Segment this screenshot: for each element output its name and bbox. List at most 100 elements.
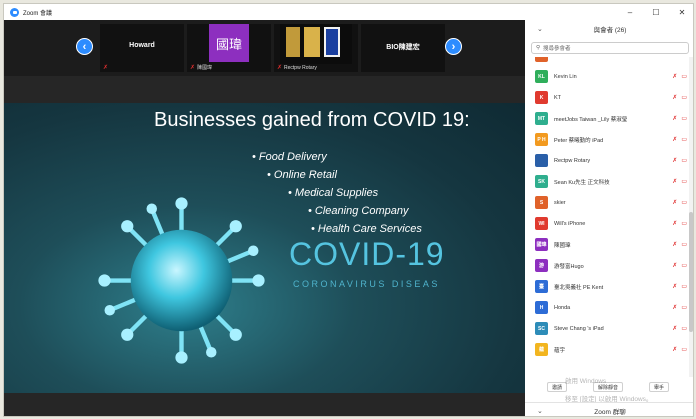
video-tile[interactable]: 國瑋 ✗ 陳國瑋 xyxy=(187,24,271,72)
participant-status-icons: ✗▭ xyxy=(672,220,687,227)
slide-bullet: • Medical Supplies xyxy=(288,187,379,199)
panel-header: ⌄ 與會者 (26) xyxy=(525,20,693,38)
participant-name: 蘊宇 xyxy=(554,347,566,354)
participant-avatar: 國瑋 xyxy=(535,238,548,251)
maximize-button[interactable]: ☐ xyxy=(643,4,669,20)
participant-avatar: WI xyxy=(535,217,548,230)
tile-label: Rectpw Rotary xyxy=(284,64,317,71)
participant-name: 游發富Hugo xyxy=(554,263,584,270)
participant-avatar xyxy=(535,57,548,62)
search-placeholder: 搜尋參會者 xyxy=(543,46,571,52)
muted-mic-icon: ✗ xyxy=(103,65,109,71)
participant-name: Will's iPhone xyxy=(554,220,586,227)
prev-page-button[interactable]: ‹ xyxy=(76,38,93,55)
muted-mic-icon: ✗ xyxy=(672,158,678,164)
video-tile[interactable]: BIO陳建宏 xyxy=(361,24,445,72)
participant-avatar: SK xyxy=(535,175,548,188)
participant-row[interactable]: K KT ✗ ▭ xyxy=(525,87,689,108)
muted-mic-icon: ✗ xyxy=(672,242,678,248)
panel-footer: 邀請 解除靜音 舉手 啟用 Windows 移至 [設定] 以啟用 Window… xyxy=(525,376,693,403)
participant-status-icons: ✗▭ xyxy=(672,94,687,101)
participant-name: Kenneth Sue xyxy=(554,57,586,59)
next-page-button[interactable]: › xyxy=(445,38,462,55)
participant-status-icons: ✗▭ xyxy=(672,241,687,248)
participant-list: Kenneth Sue✗▭KLKevin Lin✗▭KKT✗▭MTmeetJob… xyxy=(525,57,689,377)
participant-status-icons: ✗▭ xyxy=(672,325,687,332)
participant-row[interactable]: SK Sean Ku先生 正文科技 ✗ ▭ xyxy=(525,171,689,192)
tile-footer: ✗ 陳國瑋 xyxy=(190,64,212,71)
video-off-icon: ▭ xyxy=(681,95,687,101)
invite-button[interactable]: 邀請 xyxy=(547,382,568,392)
participant-row[interactable]: 國瑋 陳國瑋 ✗ ▭ xyxy=(525,234,689,255)
participant-status-icons: ✗▭ xyxy=(672,304,687,311)
coronavirus-subtitle: CORONAVIRUS DISEAS xyxy=(293,279,440,289)
participant-avatar: 蘊 xyxy=(535,343,548,356)
participant-avatar: 臺 xyxy=(535,280,548,293)
participant-name: meetJobs Taiwan _Lily 蔡淑瑩 xyxy=(554,116,628,123)
participant-avatar: MT xyxy=(535,112,548,125)
video-off-icon: ▭ xyxy=(681,242,687,248)
participant-row[interactable]: P H Peter 蔡曦勤的 iPad ✗ ▭ xyxy=(525,129,689,150)
participant-row[interactable]: SC Steve Chang 's iPad ✗ ▭ xyxy=(525,318,689,339)
muted-mic-icon: ✗ xyxy=(672,284,678,290)
participant-avatar: K xyxy=(535,91,548,104)
muted-mic-icon: ✗ xyxy=(672,57,677,59)
participant-row[interactable]: 臺臺北吳義社 PE Kent ✗ ▭ xyxy=(525,276,689,297)
rotary-video-feed xyxy=(280,24,352,64)
participant-row[interactable]: Sskier ✗ ▭ xyxy=(525,192,689,213)
video-tile[interactable]: ✗ Rectpw Rotary xyxy=(274,24,358,72)
participant-avatar: KL xyxy=(535,70,548,83)
participant-row[interactable]: MT meetJobs Taiwan _Lily 蔡淑瑩 ✗ ▭ xyxy=(525,108,689,129)
participant-status-icons: ✗▭ xyxy=(672,262,687,269)
video-off-icon: ▭ xyxy=(681,116,687,122)
participant-status-icons: ✗▭ xyxy=(672,73,687,80)
participant-status-icons: ✗▭ xyxy=(672,136,687,143)
participant-row[interactable]: Rectpw Rotary ✗ ▭ xyxy=(525,150,689,171)
participant-row[interactable]: H Honda ✗ ▭ xyxy=(525,297,689,318)
video-area: ‹ Howard ✗ 國瑋 ✗ 陳國瑋 ✗ Rectpw Rotary BIO陳建宏… xyxy=(4,20,525,416)
coronavirus-illustration xyxy=(98,197,265,364)
participant-row[interactable]: Kenneth Sue✗▭ xyxy=(525,57,689,66)
participant-row[interactable]: WI Will's iPhone ✗ ▭ xyxy=(525,213,689,234)
scrollbar-thumb[interactable] xyxy=(689,212,693,332)
participant-status-icons: ✗▭ xyxy=(672,178,687,185)
participant-row[interactable]: 蘊蘊宇 ✗ ▭ xyxy=(525,339,689,360)
video-tile[interactable]: Howard ✗ xyxy=(100,24,184,72)
participant-name: Peter 蔡曦勤的 iPad xyxy=(554,137,604,144)
participant-name: skier xyxy=(554,199,566,206)
video-off-icon: ▭ xyxy=(681,200,687,206)
participant-search-input[interactable]: ⚲ 搜尋參會者 xyxy=(531,42,689,54)
tile-label: 陳國瑋 xyxy=(197,65,213,71)
muted-mic-icon: ✗ xyxy=(672,263,678,269)
participant-row[interactable]: KL Kevin Lin ✗ ▭ xyxy=(525,66,689,87)
participant-name: Steve Chang 's iPad xyxy=(554,325,604,332)
minimize-button[interactable]: – xyxy=(617,4,643,20)
participant-name: 陳國瑋 xyxy=(554,242,571,249)
chat-bar[interactable]: ⌄ Zoom 群聊 xyxy=(525,402,693,416)
chat-title: Zoom 群聊 xyxy=(594,408,626,416)
video-off-icon: ▭ xyxy=(681,221,687,227)
participant-status-icons: ✗▭ xyxy=(672,283,687,290)
video-off-icon: ▭ xyxy=(681,74,687,80)
covid-logo-text: COVID-19 xyxy=(289,236,445,272)
raise-hand-button[interactable]: 舉手 xyxy=(649,382,670,392)
slide-bullet: • Cleaning Company xyxy=(308,205,409,217)
muted-mic-icon: ✗ xyxy=(190,65,196,71)
participant-name: 臺北吳義社 PE Kent xyxy=(554,284,604,291)
muted-mic-icon: ✗ xyxy=(672,221,678,227)
participant-avatar: 游 xyxy=(535,259,548,272)
zoom-window: Zoom 會議 – ☐ ✕ ‹ Howard ✗ 國瑋 ✗ 陳國瑋 ✗ Rectpw… xyxy=(3,3,694,417)
slide-title: Businesses gained from COVID 19: xyxy=(154,109,470,131)
tile-footer: ✗ xyxy=(103,64,108,71)
participant-row[interactable]: 游游發富Hugo ✗ ▭ xyxy=(525,255,689,276)
participant-name: KT xyxy=(554,94,562,101)
participant-status-icons: ✗▭ xyxy=(672,57,687,59)
muted-mic-icon: ✗ xyxy=(672,179,678,185)
video-off-icon: ▭ xyxy=(681,57,687,59)
close-button[interactable]: ✕ xyxy=(669,4,693,20)
participant-list-scrollbar[interactable] xyxy=(689,57,693,377)
muted-mic-icon: ✗ xyxy=(672,305,678,311)
video-off-icon: ▭ xyxy=(681,158,687,164)
participant-status-icons: ✗▭ xyxy=(672,199,687,206)
title-bar: Zoom 會議 – ☐ ✕ xyxy=(4,4,693,20)
